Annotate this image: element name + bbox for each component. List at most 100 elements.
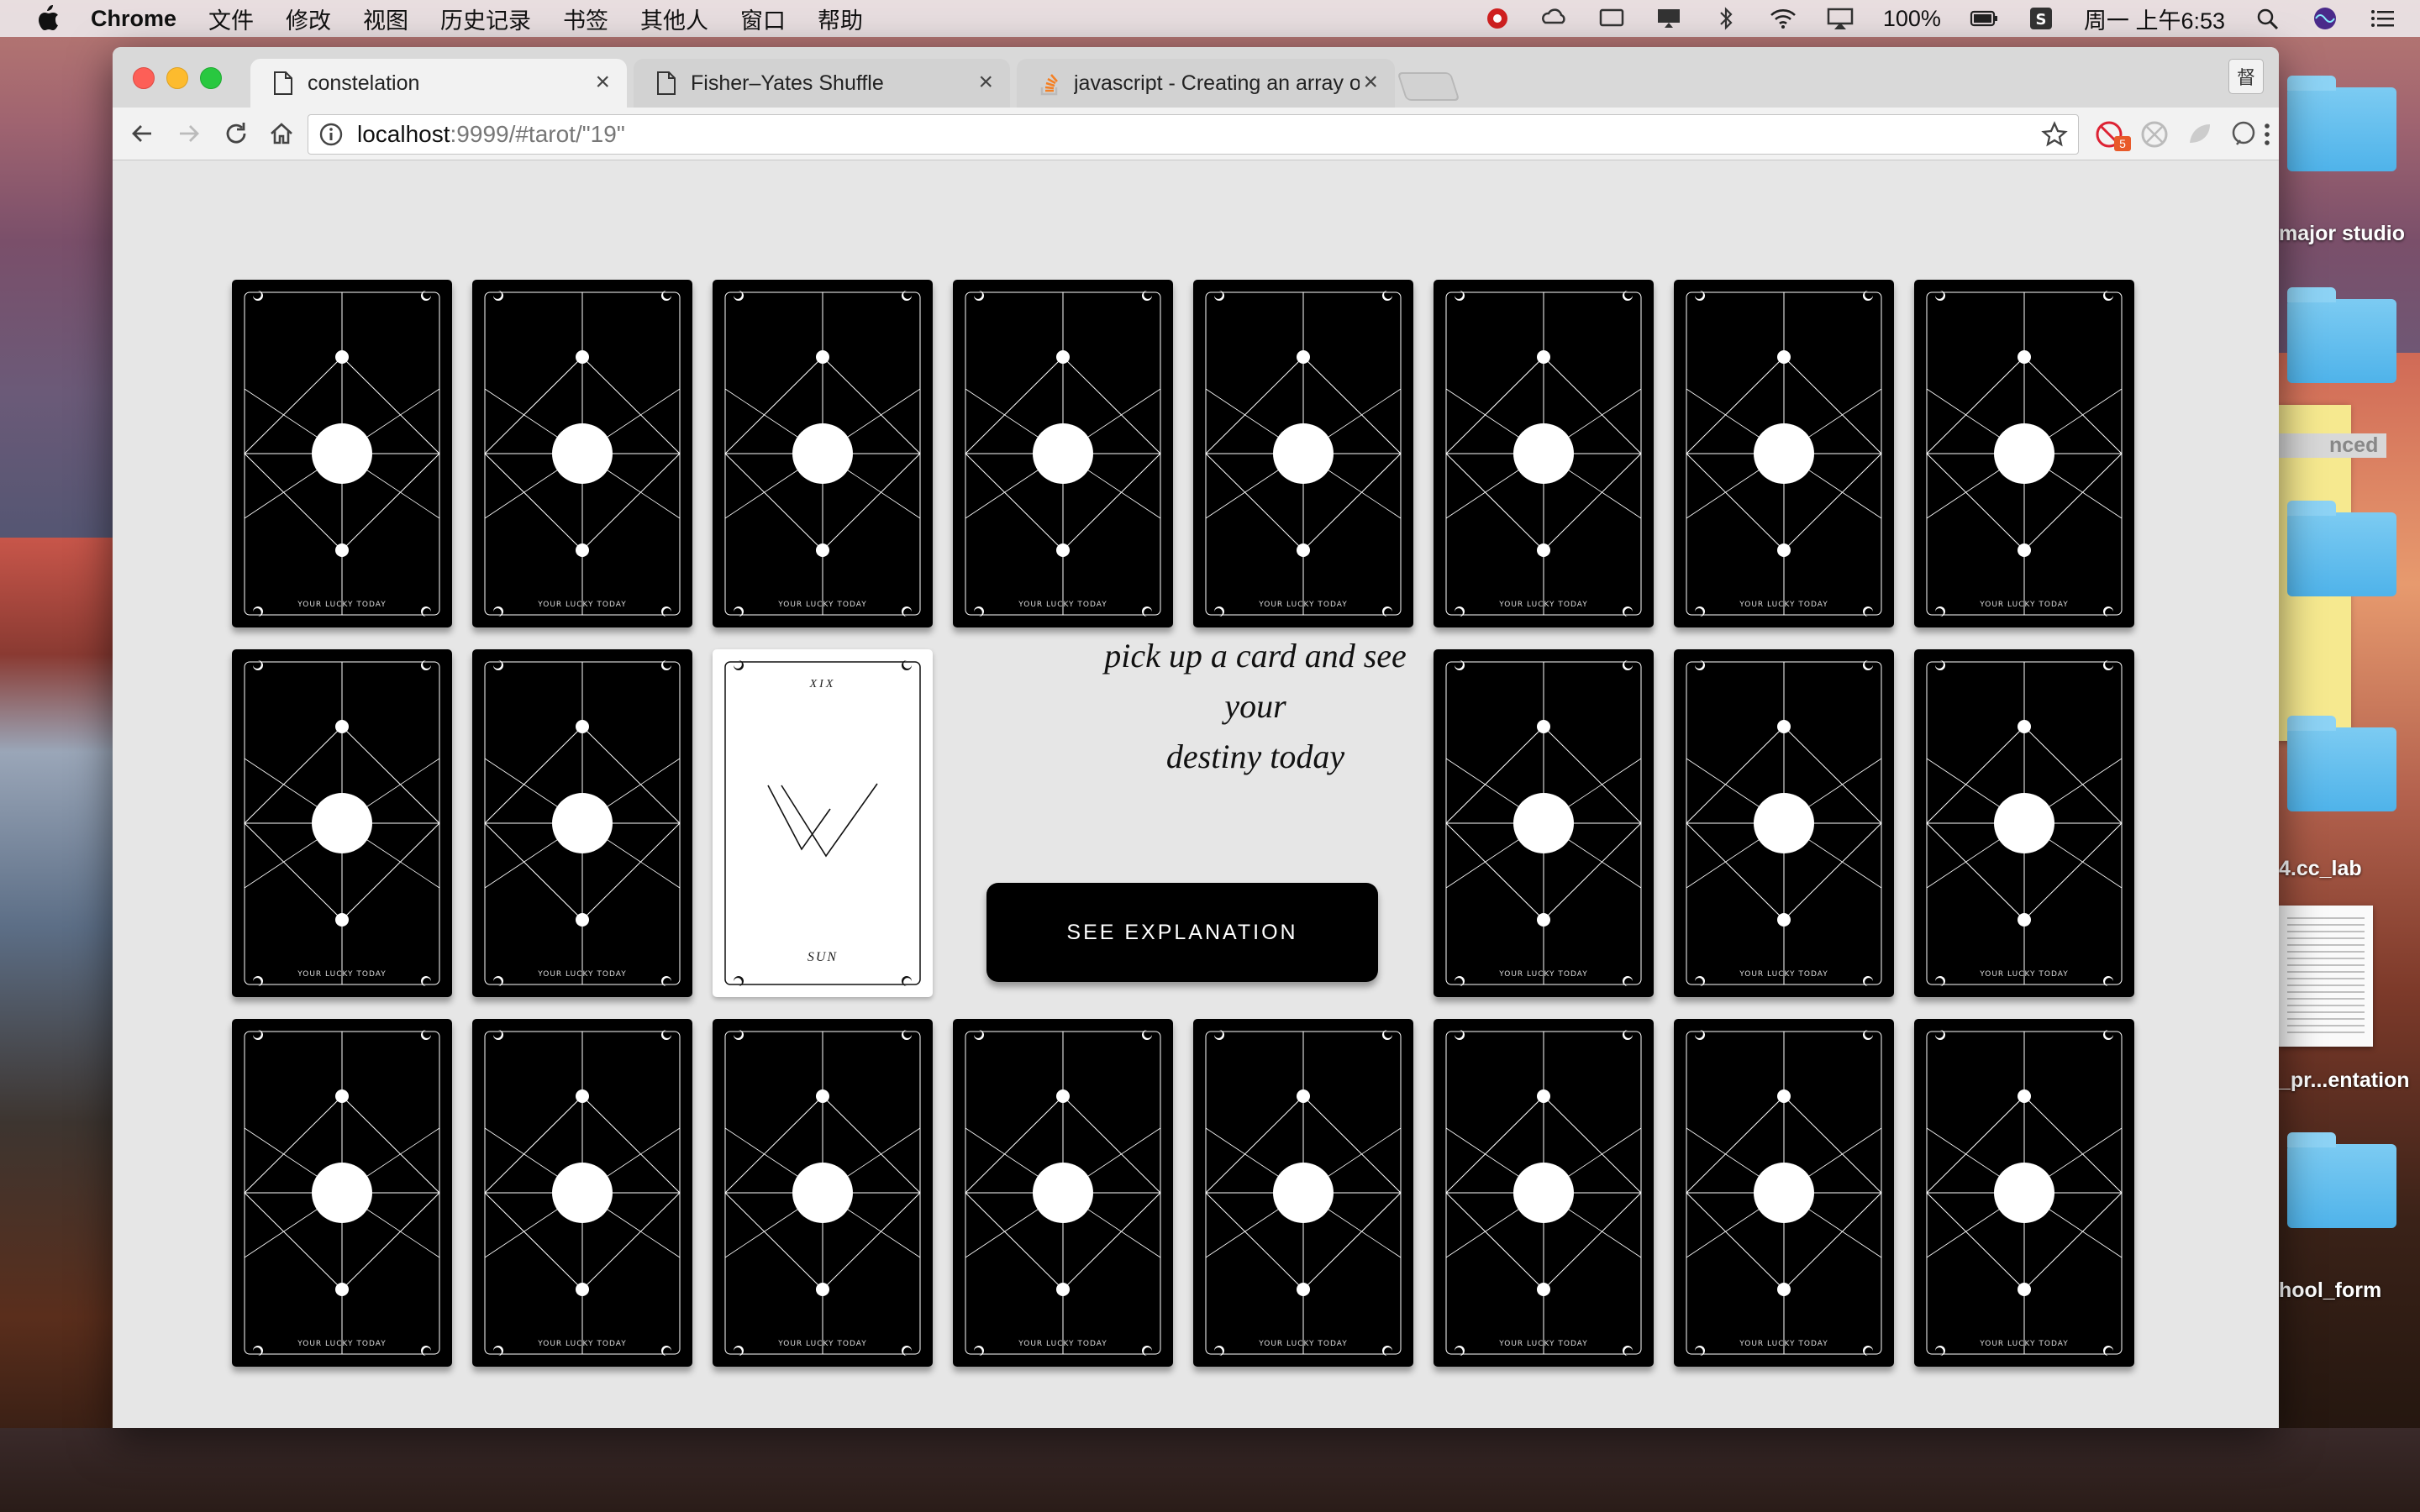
desktop-document-thumbnail[interactable] — [2279, 906, 2373, 1047]
tarot-card-back[interactable]: YOUR LUCKY TODAY — [1674, 280, 1894, 627]
card-back-pattern — [1205, 1030, 1402, 1356]
wifi-icon[interactable] — [1769, 6, 1797, 31]
menu-window[interactable]: 窗口 — [740, 3, 786, 35]
display-menu-icon[interactable] — [1597, 6, 1626, 31]
battery-icon[interactable] — [1970, 6, 1998, 31]
desktop-folder-icon[interactable] — [2287, 716, 2396, 811]
tab-close-icon[interactable]: × — [1363, 70, 1378, 95]
tarot-card-back[interactable]: YOUR LUCKY TODAY — [713, 1019, 933, 1367]
desktop-wallpaper-left — [0, 538, 118, 1512]
desktop-label-partial[interactable]: nced — [2279, 433, 2387, 458]
creative-cloud-icon[interactable] — [1540, 6, 1569, 31]
tarot-card-back[interactable]: YOUR LUCKY TODAY — [472, 1019, 692, 1367]
spotlight-search-icon[interactable] — [2254, 6, 2282, 31]
menu-history[interactable]: 历史记录 — [440, 3, 531, 35]
desktop-file-label[interactable]: _pr...entation — [2279, 1068, 2410, 1093]
tarot-card-back[interactable]: YOUR LUCKY TODAY — [1434, 280, 1654, 627]
extension-leaf-icon[interactable] — [2185, 119, 2215, 150]
tab-close-icon[interactable]: × — [978, 70, 993, 95]
extension-chat-icon[interactable] — [2228, 119, 2259, 150]
record-status-icon[interactable] — [1483, 6, 1512, 31]
desktop-folder-label[interactable]: major studio — [2279, 222, 2405, 246]
tarot-card-back[interactable]: YOUR LUCKY TODAY — [1193, 1019, 1413, 1367]
card-back-pattern — [1686, 291, 1882, 617]
app-menu-chrome[interactable]: Chrome — [91, 6, 176, 32]
browser-toolbar: localhost:9999/#tarot/"19" 5 — [113, 108, 2279, 160]
tarot-card-back[interactable]: YOUR LUCKY TODAY — [232, 280, 452, 627]
extension-adblock-icon[interactable]: 5 — [2094, 119, 2131, 151]
card-caption: YOUR LUCKY TODAY — [1259, 601, 1348, 609]
forward-arrow-icon[interactable] — [175, 119, 203, 148]
page-icon — [274, 71, 292, 95]
tarot-card-back[interactable]: YOUR LUCKY TODAY — [1193, 280, 1413, 627]
home-icon[interactable] — [267, 119, 296, 148]
window-close-button[interactable] — [133, 67, 155, 89]
reload-icon[interactable] — [222, 119, 250, 148]
menu-edit[interactable]: 修改 — [286, 3, 331, 35]
profile-button[interactable]: 督 — [2228, 59, 2264, 94]
address-bar[interactable]: localhost:9999/#tarot/"19" — [308, 114, 2079, 155]
menu-view[interactable]: 视图 — [363, 3, 408, 35]
tab-stackoverflow[interactable]: javascript - Creating an array o × — [1017, 59, 1395, 108]
menu-bookmarks[interactable]: 书签 — [563, 3, 608, 35]
desktop-folder-label[interactable]: 4.cc_lab — [2279, 857, 2362, 881]
menu-bar-clock[interactable]: 周一 上午6:53 — [2084, 3, 2225, 35]
desktop-folder-icon[interactable] — [2287, 501, 2396, 596]
notification-center-icon[interactable] — [2368, 6, 2396, 31]
tarot-card-back[interactable]: YOUR LUCKY TODAY — [232, 1019, 452, 1367]
chrome-menu-icon[interactable] — [2259, 119, 2275, 150]
page-icon — [657, 71, 676, 95]
tab-close-icon[interactable]: × — [595, 70, 610, 95]
url-host: localhost — [357, 121, 450, 147]
card-back-pattern — [1926, 660, 2123, 986]
tarot-card-back[interactable]: YOUR LUCKY TODAY — [1434, 649, 1654, 997]
tarot-card-back[interactable]: YOUR LUCKY TODAY — [713, 280, 933, 627]
bluetooth-icon[interactable] — [1712, 6, 1740, 31]
card-back-pattern — [965, 1030, 1161, 1356]
card-numeral: XIX — [809, 678, 836, 690]
window-minimize-button[interactable] — [166, 67, 188, 89]
tarot-card-back[interactable]: YOUR LUCKY TODAY — [1914, 649, 2134, 997]
tarot-card-revealed[interactable]: XIX SUN — [713, 649, 933, 997]
new-tab-button[interactable] — [1397, 72, 1460, 101]
menu-people[interactable]: 其他人 — [640, 3, 708, 35]
menu-help[interactable]: 帮助 — [818, 3, 863, 35]
desktop-folder-label[interactable]: hool_form — [2279, 1278, 2381, 1303]
desktop-folder-icon[interactable] — [2287, 1132, 2396, 1228]
macos-menu-bar: Chrome 文件 修改 视图 历史记录 书签 其他人 窗口 帮助 100% S… — [0, 0, 2420, 37]
card-caption: YOUR LUCKY TODAY — [538, 601, 627, 609]
desktop-folder-icon[interactable] — [2287, 287, 2396, 383]
card-name: SUN — [807, 950, 839, 964]
apple-menu-icon[interactable] — [35, 4, 60, 33]
airplay-icon[interactable] — [1826, 6, 1854, 31]
bookmark-star-icon[interactable] — [2041, 121, 2068, 148]
tarot-card-back[interactable]: YOUR LUCKY TODAY — [472, 280, 692, 627]
sun-card-artwork — [724, 660, 921, 986]
screen-share-icon[interactable] — [1655, 6, 1683, 31]
card-back-pattern — [1686, 660, 1882, 986]
back-arrow-icon[interactable] — [128, 119, 156, 148]
siri-icon[interactable] — [2311, 6, 2339, 31]
menu-file[interactable]: 文件 — [208, 3, 254, 35]
window-zoom-button[interactable] — [200, 67, 222, 89]
tarot-card-back[interactable]: YOUR LUCKY TODAY — [232, 649, 452, 997]
tarot-card-back[interactable]: YOUR LUCKY TODAY — [1914, 280, 2134, 627]
tarot-card-back[interactable]: YOUR LUCKY TODAY — [472, 649, 692, 997]
tab-constelation[interactable]: constelation × — [250, 59, 627, 108]
sogou-input-icon[interactable]: S — [2027, 6, 2055, 31]
tarot-card-back[interactable]: YOUR LUCKY TODAY — [953, 1019, 1173, 1367]
document-text-lines — [2287, 917, 2365, 1035]
site-info-icon[interactable] — [318, 122, 344, 147]
tarot-card-back[interactable]: YOUR LUCKY TODAY — [953, 280, 1173, 627]
extension-badge: 5 — [2114, 136, 2131, 151]
tarot-card-back[interactable]: YOUR LUCKY TODAY — [1674, 649, 1894, 997]
battery-percent: 100% — [1882, 5, 1941, 31]
tarot-card-back[interactable]: YOUR LUCKY TODAY — [1674, 1019, 1894, 1367]
tarot-card-back[interactable]: YOUR LUCKY TODAY — [1434, 1019, 1654, 1367]
tab-fisher-yates[interactable]: Fisher–Yates Shuffle × — [634, 59, 1010, 108]
tarot-card-back[interactable]: YOUR LUCKY TODAY — [1914, 1019, 2134, 1367]
extension-blocked-icon[interactable] — [2139, 119, 2170, 150]
desktop-folder-icon[interactable] — [2287, 76, 2396, 171]
card-caption: YOUR LUCKY TODAY — [1980, 970, 2069, 979]
see-explanation-button[interactable]: SEE EXPLANATION — [986, 883, 1378, 982]
